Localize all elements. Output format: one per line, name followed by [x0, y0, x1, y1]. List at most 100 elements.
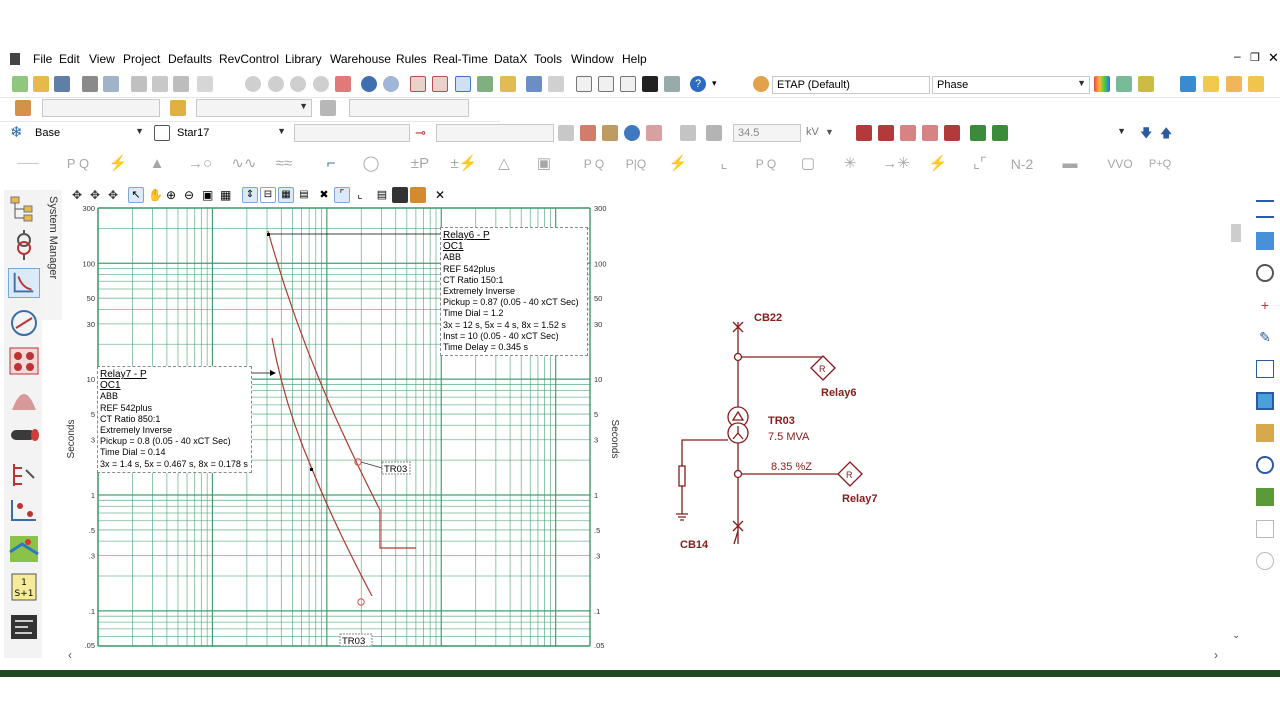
- crosshair-icon[interactable]: ⌞: [352, 187, 368, 203]
- cable-icon[interactable]: ◯: [356, 148, 386, 180]
- control-circuit-icon[interactable]: [8, 346, 40, 376]
- harmonic-icon[interactable]: ∿∿: [226, 148, 262, 180]
- print-tcc-icon[interactable]: ▤: [374, 187, 390, 203]
- pointer-icon[interactable]: ↖: [128, 187, 144, 203]
- comment-icon[interactable]: [1248, 76, 1264, 92]
- motor-start-icon[interactable]: →○: [182, 148, 218, 180]
- n-2-icon[interactable]: N-2: [1004, 148, 1040, 180]
- text-info-icon[interactable]: [548, 76, 564, 92]
- calendar-icon[interactable]: [598, 76, 614, 92]
- ground-grid-system-icon[interactable]: [8, 384, 40, 414]
- report-manager-icon[interactable]: [576, 76, 592, 92]
- arrow-up-icon[interactable]: 🡅: [1160, 124, 1172, 145]
- compare-icon[interactable]: [320, 100, 336, 116]
- note-icon[interactable]: [1203, 76, 1219, 92]
- library-icon[interactable]: [602, 125, 618, 141]
- menu-revcontrol[interactable]: RevControl: [219, 52, 279, 66]
- minimize-button[interactable]: –: [1234, 49, 1241, 63]
- scroll-down-icon[interactable]: ⌄: [1232, 630, 1240, 641]
- phase-select[interactable]: Phase ▼: [932, 76, 1090, 94]
- star-view-icon[interactable]: [8, 268, 40, 298]
- reliability-icon[interactable]: ±⚡: [446, 148, 482, 180]
- align-icon[interactable]: ⇕: [242, 187, 258, 203]
- crosshair-target-icon[interactable]: +: [1256, 296, 1274, 314]
- bus-style-icon[interactable]: [856, 125, 872, 141]
- menu-window[interactable]: Window: [571, 52, 614, 66]
- help-icon[interactable]: ?: [690, 76, 706, 92]
- panel-system-icon[interactable]: [8, 460, 40, 490]
- menu-project[interactable]: Project: [123, 52, 160, 66]
- disabled-zoom-icon[interactable]: [1256, 552, 1274, 570]
- cable-system-icon[interactable]: [8, 420, 40, 450]
- menu-library[interactable]: Library: [285, 52, 322, 66]
- sensitivity-icon[interactable]: ✳: [832, 148, 868, 180]
- bus-group-icon[interactable]: [900, 125, 916, 141]
- report-icon[interactable]: [1256, 488, 1274, 506]
- camera-icon[interactable]: [410, 187, 426, 203]
- zoom-window-icon[interactable]: [313, 76, 329, 92]
- hyperlink-icon[interactable]: [526, 76, 542, 92]
- green-tool-icon[interactable]: [970, 125, 986, 141]
- menu-defaults[interactable]: Defaults: [168, 52, 212, 66]
- legend-icon[interactable]: ▤: [296, 187, 312, 203]
- zoom-in-icon[interactable]: [245, 76, 261, 92]
- menu-edit[interactable]: Edit: [59, 52, 80, 66]
- cable-pulling-icon[interactable]: [8, 496, 40, 526]
- console-icon[interactable]: [642, 76, 658, 92]
- zoom-fit-tcc-icon[interactable]: ▣: [202, 187, 218, 203]
- fuse-icon[interactable]: [1256, 424, 1274, 442]
- scenario-wizard-icon[interactable]: [8, 612, 40, 642]
- menu-datax[interactable]: DataX: [494, 52, 527, 66]
- briefcase-icon[interactable]: [15, 100, 31, 116]
- one-line-icon[interactable]: [8, 230, 40, 260]
- resize-label-icon[interactable]: ✥: [90, 187, 106, 203]
- presentation-select[interactable]: Base ▼: [30, 124, 148, 142]
- text-box-icon[interactable]: [410, 76, 426, 92]
- recloser-icon[interactable]: [1256, 232, 1274, 250]
- relay7-marker[interactable]: [310, 468, 313, 471]
- new-file-icon[interactable]: [12, 76, 28, 92]
- timer-icon[interactable]: [1256, 264, 1274, 282]
- pan-icon[interactable]: [197, 76, 213, 92]
- project-tree-icon[interactable]: [8, 194, 40, 224]
- cut-icon[interactable]: [131, 76, 147, 92]
- print-preview-icon[interactable]: [103, 76, 119, 92]
- voltage-input[interactable]: 34.5: [733, 124, 801, 142]
- monitor-icon[interactable]: [1256, 392, 1274, 410]
- snowflake-icon[interactable]: ❄: [10, 125, 26, 141]
- menu-warehouse[interactable]: Warehouse: [330, 52, 391, 66]
- optimal-power-flow-icon[interactable]: ±P: [402, 148, 438, 180]
- pencil-tag-icon[interactable]: [170, 100, 186, 116]
- arc-flash-icon[interactable]: ▲: [142, 148, 172, 180]
- menu-help[interactable]: Help: [622, 52, 647, 66]
- text-edit-icon[interactable]: [432, 76, 448, 92]
- menu-rules[interactable]: Rules: [396, 52, 427, 66]
- ct-relay6[interactable]: [733, 352, 743, 362]
- vertical-scrollbar[interactable]: ⌄: [1228, 206, 1244, 646]
- study-case-select[interactable]: Star17 ▼: [172, 124, 290, 142]
- find-icon[interactable]: [664, 76, 680, 92]
- color-toggle-icon[interactable]: [580, 125, 596, 141]
- copy-icon[interactable]: [152, 76, 168, 92]
- filter-select[interactable]: ▼: [196, 99, 312, 117]
- eraser-icon[interactable]: ▬: [1052, 148, 1088, 180]
- relay6-info-label[interactable]: Relay6 - P OC1 ABB REF 542plus CT Ratio …: [440, 227, 588, 357]
- menu-view[interactable]: View: [89, 52, 115, 66]
- folder-note-icon[interactable]: [1226, 76, 1242, 92]
- pq-gauge-icon[interactable]: P+Q: [1140, 148, 1180, 180]
- restore-button[interactable]: ❐: [1250, 51, 1260, 64]
- curve-select[interactable]: [436, 124, 554, 142]
- dc-icon[interactable]: ▣: [528, 148, 560, 180]
- relay7-info-label[interactable]: Relay7 - P OC1 ABB REF 542plus CT Ratio …: [97, 366, 252, 473]
- hand-pan-icon[interactable]: ✋: [148, 187, 164, 203]
- lock-icon[interactable]: [500, 76, 516, 92]
- close-view-icon[interactable]: ✕: [432, 187, 448, 203]
- close-window-button[interactable]: ✕: [1268, 50, 1279, 66]
- sequence-icon[interactable]: ⚡: [660, 148, 696, 180]
- theme-color-icon[interactable]: [1094, 76, 1110, 92]
- fault-icon[interactable]: →✳: [878, 148, 914, 180]
- motor-icon[interactable]: ▢: [790, 148, 826, 180]
- grid-icon[interactable]: [455, 76, 471, 92]
- chart-color-icon[interactable]: [1138, 76, 1154, 92]
- device-select[interactable]: [294, 124, 410, 142]
